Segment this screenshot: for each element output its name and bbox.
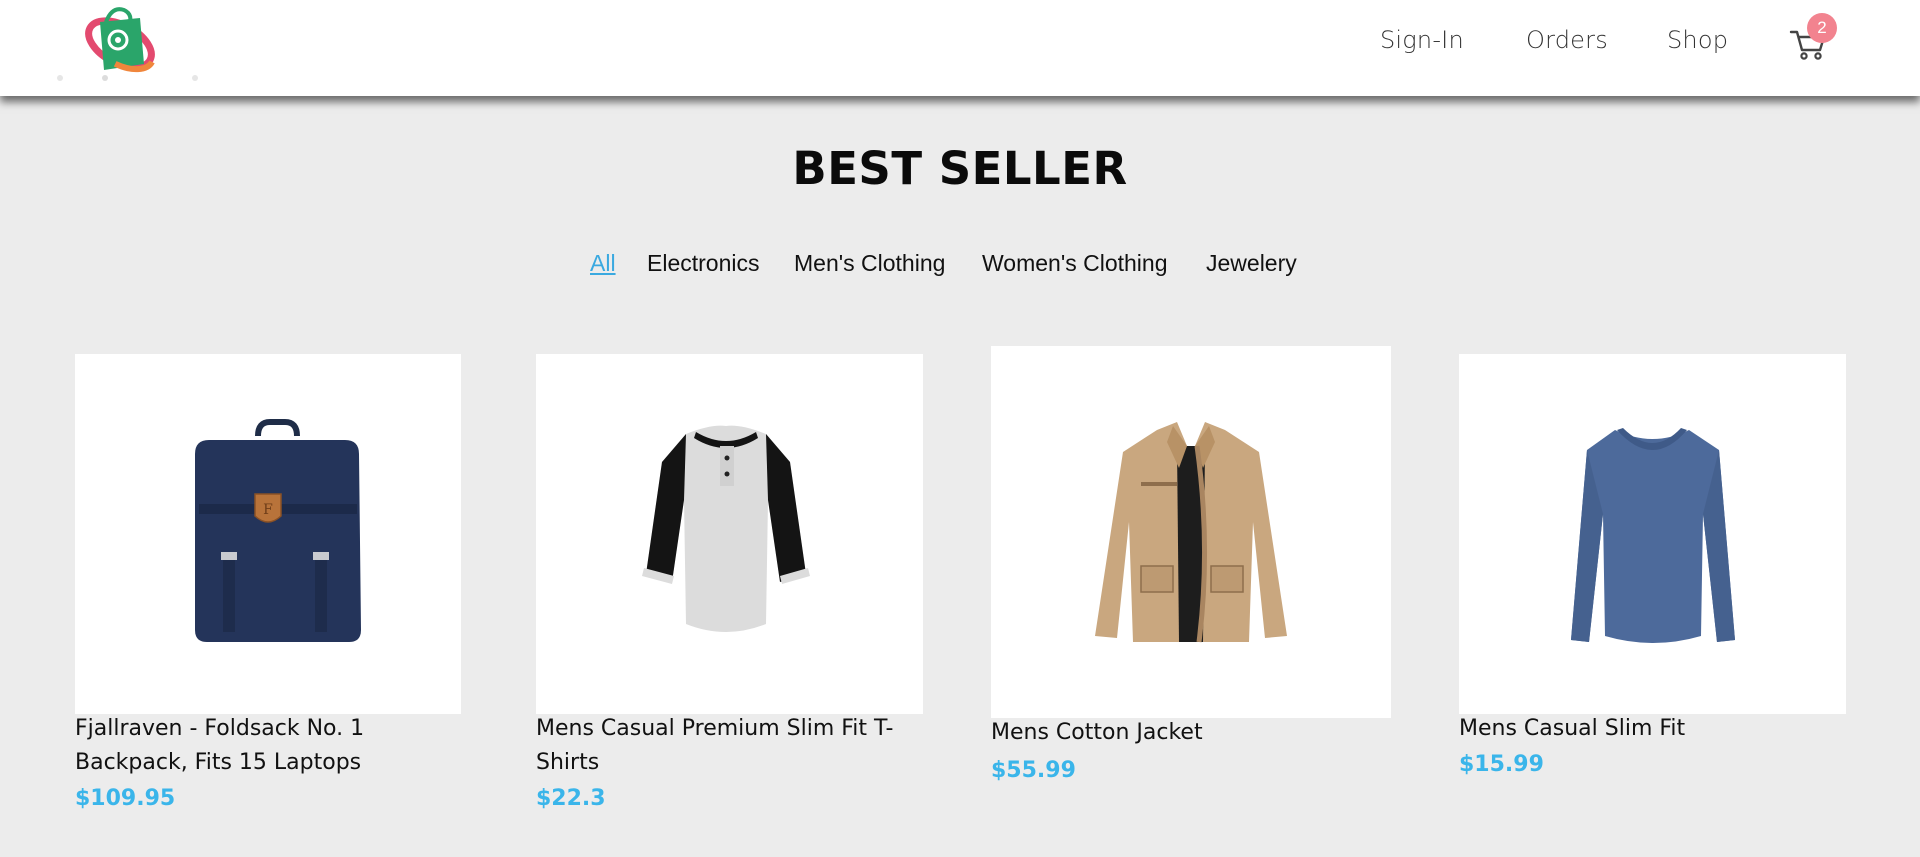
product-card[interactable]: Mens Casual Slim Fit $15.99 — [1459, 354, 1846, 814]
nav-sign-in[interactable]: Sign-In — [1380, 26, 1464, 54]
filter-jewelery[interactable]: Jewelery — [1206, 250, 1297, 277]
product-price: $109.95 — [75, 786, 176, 811]
product-card[interactable]: Mens Casual Premium Slim Fit T- Shirts $… — [536, 354, 923, 814]
product-title[interactable]: Mens Casual Slim Fit — [1459, 712, 1685, 746]
product-title[interactable]: Fjallraven - Foldsack No. 1 Backpack, Fi… — [75, 712, 364, 780]
product-title-line: Backpack, Fits 15 Laptops — [75, 750, 362, 775]
product-title-line: Mens Cotton Jacket — [991, 720, 1203, 745]
product-price: $55.99 — [991, 758, 1076, 783]
product-image-tshirt[interactable] — [536, 354, 923, 714]
product-title[interactable]: Mens Casual Premium Slim Fit T- Shirts — [536, 712, 893, 780]
product-image-backpack[interactable]: F — [75, 354, 461, 714]
product-title-line: Shirts — [536, 750, 600, 775]
product-card[interactable]: F Fjallraven - Foldsack No. 1 Backpack, … — [75, 354, 461, 814]
filter-mens-clothing[interactable]: Men's Clothing — [794, 250, 945, 277]
product-price: $15.99 — [1459, 752, 1544, 777]
product-title-line: Mens Casual Slim Fit — [1459, 716, 1686, 741]
nav-shop[interactable]: Shop — [1667, 26, 1728, 54]
product-title-line: Mens Casual Premium Slim Fit T- — [536, 716, 894, 741]
product-card[interactable]: Mens Cotton Jacket $55.99 — [991, 346, 1391, 806]
section-title: BEST SELLER — [792, 142, 1128, 195]
filter-electronics[interactable]: Electronics — [647, 250, 759, 277]
svg-text:F: F — [263, 502, 273, 518]
cart-count-badge: 2 — [1807, 13, 1837, 43]
filter-womens-clothing[interactable]: Women's Clothing — [982, 250, 1168, 277]
product-title[interactable]: Mens Cotton Jacket — [991, 716, 1203, 750]
shopping-bag-logo[interactable] — [52, 0, 202, 88]
nav-orders[interactable]: Orders — [1526, 26, 1608, 54]
product-image-jacket[interactable] — [991, 346, 1391, 718]
product-price: $22.3 — [536, 786, 606, 811]
product-title-line: Fjallraven - Foldsack No. 1 — [75, 716, 365, 741]
filter-all[interactable]: All — [590, 250, 616, 277]
product-image-blue-shirt[interactable] — [1459, 354, 1846, 714]
site-header: Sign-In Orders Shop 2 — [0, 0, 1920, 96]
category-filters: All Electronics Men's Clothing Women's C… — [0, 250, 1920, 284]
